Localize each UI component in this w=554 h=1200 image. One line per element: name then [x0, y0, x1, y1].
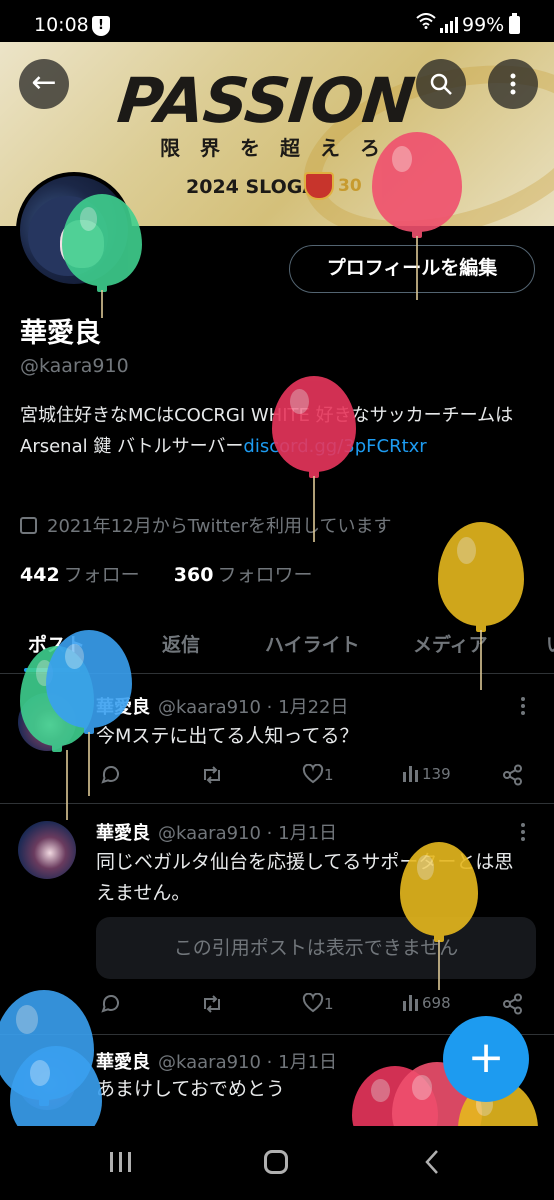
- plus-icon: +: [467, 1032, 505, 1083]
- post-text: 同じベガルタ仙台を応援してるサポーターとは思えません。: [96, 851, 514, 904]
- profile-tabs: ポスト 返信 ハイライト メディア い: [0, 612, 554, 674]
- post-text: 今Mステに出てる人知ってる？: [96, 725, 359, 747]
- calendar-icon: [20, 517, 37, 534]
- post-avatar[interactable]: [18, 821, 76, 879]
- like-count: 1: [324, 995, 334, 1013]
- tab-likes[interactable]: い: [546, 630, 554, 657]
- search-icon: [430, 73, 452, 95]
- status-bar: 10:08 ! 99%: [0, 0, 554, 42]
- share-icon[interactable]: [502, 993, 524, 1019]
- heart-icon: [302, 992, 324, 1013]
- user-handle: @kaara910: [20, 355, 129, 377]
- tab-highlights[interactable]: ハイライト: [265, 630, 360, 657]
- post-author: 華愛良: [96, 697, 150, 718]
- more-options-button[interactable]: [488, 59, 538, 109]
- home-button[interactable]: [264, 1150, 288, 1174]
- display-name: 華愛良: [20, 318, 101, 349]
- active-tab-indicator: [24, 668, 80, 672]
- following-link[interactable]: 442 フォロー: [20, 564, 140, 586]
- post-header: 華愛良 @kaara910 · 1月1日: [96, 1048, 337, 1074]
- back-button[interactable]: ←: [19, 59, 69, 109]
- system-back-button[interactable]: [424, 1148, 440, 1183]
- post-actions: 1 139: [96, 763, 526, 792]
- battery-icon: [509, 13, 520, 34]
- post-item[interactable]: 華愛良 @kaara910 · 1月22日 今Mステに出てる人知ってる？ 1 13…: [0, 675, 554, 804]
- tab-posts[interactable]: ポスト: [28, 630, 85, 657]
- reply-icon[interactable]: [100, 993, 122, 1019]
- post-meta: @kaara910 · 1月22日: [158, 697, 349, 718]
- view-count: 698: [422, 994, 451, 1012]
- like-button[interactable]: 1: [302, 763, 334, 784]
- post-more-icon[interactable]: [514, 697, 532, 718]
- heart-icon: [302, 763, 324, 784]
- banner-anniversary: 30: [338, 176, 362, 196]
- share-icon[interactable]: [502, 764, 524, 790]
- more-vertical-icon: [510, 73, 516, 95]
- edit-profile-button[interactable]: プロフィールを編集: [289, 245, 535, 293]
- like-button[interactable]: 1: [302, 992, 334, 1013]
- views-button[interactable]: 698: [402, 993, 451, 1012]
- repost-icon[interactable]: [200, 993, 224, 1019]
- team-crest-icon: [304, 172, 334, 200]
- post-header: 華愛良 @kaara910 · 1月22日: [96, 693, 348, 719]
- signal-icon: [440, 17, 458, 33]
- arrow-left-icon: ←: [31, 65, 57, 100]
- bio-link[interactable]: discord.gg/3pFCRtxr: [243, 436, 426, 457]
- followers-label: フォロワー: [217, 564, 313, 586]
- tab-media[interactable]: メディア: [413, 630, 488, 657]
- search-button[interactable]: [416, 59, 466, 109]
- join-date: 2021年12月からTwitterを利用しています: [20, 512, 392, 538]
- profile-bio: 宮城住好きなMCはCOCRGI WHITE 好きなサッカーチームはArsenal…: [20, 400, 535, 462]
- views-icon: [403, 995, 418, 1011]
- post-author: 華愛良: [96, 823, 150, 844]
- followers-count: 360: [173, 564, 214, 586]
- post-meta: @kaara910 · 1月1日: [158, 823, 338, 844]
- post-avatar[interactable]: [18, 693, 76, 751]
- repost-icon[interactable]: [200, 764, 224, 790]
- status-time: 10:08: [34, 14, 89, 36]
- balloon-icon: [438, 522, 524, 632]
- views-icon: [403, 766, 418, 782]
- shield-alert-icon: !: [92, 16, 110, 36]
- post-author: 華愛良: [96, 1052, 150, 1073]
- like-count: 1: [324, 766, 334, 784]
- post-more-icon[interactable]: [514, 823, 532, 844]
- join-date-text: 2021年12月からTwitterを利用しています: [47, 516, 392, 537]
- followers-link[interactable]: 360 フォロワー: [174, 564, 313, 586]
- wifi-icon: [416, 13, 436, 33]
- follow-stats: 442 フォロー 360 フォロワー: [20, 560, 312, 587]
- profile-avatar[interactable]: [16, 172, 132, 288]
- following-label: フォロー: [63, 564, 140, 586]
- banner-subline: 限界を超えろ: [160, 136, 400, 160]
- post-header: 華愛良 @kaara910 · 1月1日: [96, 819, 337, 845]
- compose-post-button[interactable]: +: [443, 1016, 529, 1102]
- system-nav-bar: [0, 1126, 554, 1200]
- quoted-post-unavailable: この引用ポストは表示できません: [96, 917, 536, 979]
- reply-icon[interactable]: [100, 764, 122, 790]
- views-button[interactable]: 139: [402, 764, 451, 783]
- post-item[interactable]: 華愛良 @kaara910 · 1月1日 同じベガルタ仙台を応援してるサポーターと…: [0, 805, 554, 1035]
- post-avatar[interactable]: [18, 1052, 76, 1110]
- recent-apps-button[interactable]: [110, 1152, 137, 1176]
- chevron-left-icon: [425, 1150, 438, 1174]
- view-count: 139: [422, 765, 451, 783]
- banner-headline: PASSION: [114, 64, 418, 137]
- battery-percent: 99%: [462, 14, 505, 36]
- post-actions: 1 698: [96, 992, 526, 1021]
- following-count: 442: [20, 564, 60, 586]
- tab-replies[interactable]: 返信: [162, 630, 200, 657]
- post-meta: @kaara910 · 1月1日: [158, 1052, 338, 1073]
